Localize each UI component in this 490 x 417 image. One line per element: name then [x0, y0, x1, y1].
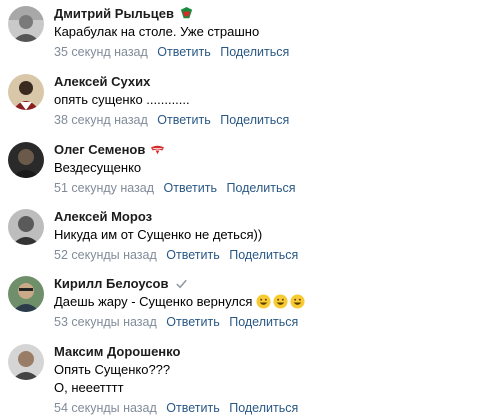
comment-time[interactable]: 38 секунд назад — [54, 113, 148, 127]
verified-check-icon — [174, 276, 189, 291]
comment-time[interactable]: 53 секунды назад — [54, 315, 157, 329]
comment-meta: 54 секунды назад Ответить Поделиться — [54, 399, 484, 417]
share-link[interactable]: Поделиться — [229, 248, 298, 262]
comment-time[interactable]: 51 секунду назад — [54, 181, 154, 195]
reply-link[interactable]: Ответить — [166, 401, 219, 415]
comment-text: Даешь жару - Сущенко вернулся — [54, 293, 484, 311]
comment-time[interactable]: 54 секунды назад — [54, 401, 157, 415]
reply-link[interactable]: Ответить — [166, 248, 219, 262]
grinning-emoji-icon — [256, 294, 271, 309]
reply-link[interactable]: Ответить — [157, 45, 210, 59]
comment-meta: 52 секунды назад Ответить Поделиться — [54, 246, 484, 264]
comment-author[interactable]: Алексей Мороз — [54, 209, 152, 224]
comment-author[interactable]: Олег Семенов — [54, 142, 145, 157]
comment-text: Опять Сущенко??? — [54, 362, 171, 377]
spartak-club-badge-icon — [150, 142, 165, 157]
comment-text: Никуда им от Сущенко не деться)) — [54, 227, 263, 242]
avatar[interactable] — [8, 6, 44, 42]
avatar[interactable] — [8, 142, 44, 178]
loko-club-badge-icon — [179, 6, 194, 21]
avatar[interactable] — [8, 344, 44, 380]
comment-meta: 53 секунды назад Ответить Поделиться — [54, 313, 484, 331]
share-link[interactable]: Поделиться — [229, 315, 298, 329]
comment-author[interactable]: Максим Дорошенко — [54, 344, 180, 359]
comment-text: Вездесущенко — [54, 160, 142, 175]
comment-author[interactable]: Кирилл Белоусов — [54, 276, 169, 291]
comment-meta: 38 секунд назад Ответить Поделиться — [54, 111, 484, 129]
comment-time[interactable]: 52 секунды назад — [54, 248, 157, 262]
reply-link[interactable]: Ответить — [164, 181, 217, 195]
comment-author[interactable]: Дмитрий Рыльцев — [54, 6, 174, 21]
share-link[interactable]: Поделиться — [226, 181, 295, 195]
grinning-emoji-icon — [290, 294, 305, 309]
share-link[interactable]: Поделиться — [220, 45, 289, 59]
comment-text: Карабулак на столе. Уже страшно — [54, 24, 260, 39]
avatar[interactable] — [8, 276, 44, 312]
reply-link[interactable]: Ответить — [166, 315, 219, 329]
comment-meta: 35 секунд назад Ответить Поделиться — [54, 43, 484, 61]
comment-text: опять сущенко ............ — [54, 92, 190, 107]
comment-text: О, нееетттт — [54, 380, 124, 395]
comment-text-content: Даешь жару - Сущенко вернулся — [54, 294, 253, 309]
share-link[interactable]: Поделиться — [220, 113, 289, 127]
grinning-emoji-icon — [273, 294, 288, 309]
comment-time[interactable]: 35 секунд назад — [54, 45, 148, 59]
comment-meta: 51 секунду назад Ответить Поделиться — [54, 179, 484, 197]
share-link[interactable]: Поделиться — [229, 401, 298, 415]
avatar[interactable] — [8, 209, 44, 245]
avatar[interactable] — [8, 74, 44, 110]
comment-author[interactable]: Алексей Сухих — [54, 74, 150, 89]
reply-link[interactable]: Ответить — [157, 113, 210, 127]
